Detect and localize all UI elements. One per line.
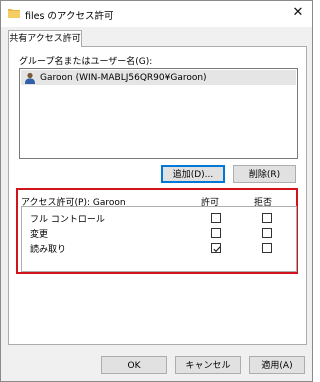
permission-row-read: 読み取り <box>22 241 296 256</box>
user-listbox[interactable]: Garoon (WIN-MABLJ56QR90¥Garoon) <box>19 68 298 159</box>
allow-checkbox-read[interactable] <box>211 243 221 253</box>
window-title: files のアクセス許可 <box>25 11 114 22</box>
apply-button[interactable]: 適用(A) <box>249 356 305 374</box>
permission-row-full-control: フル コントロール <box>22 211 296 226</box>
permission-label: フル コントロール <box>30 215 105 225</box>
deny-checkbox-full-control[interactable] <box>262 213 272 223</box>
allow-checkbox-full-control[interactable] <box>211 213 221 223</box>
deny-checkbox-change[interactable] <box>262 228 272 238</box>
permissions-list: フル コントロール 変更 読み取り <box>21 206 297 272</box>
close-icon: ✕ <box>292 4 304 20</box>
tab-share-permissions[interactable]: 共有アクセス許可 <box>8 30 82 47</box>
permission-label: 変更 <box>30 230 49 240</box>
permission-row-change: 変更 <box>22 226 296 241</box>
tab-panel: グループ名またはユーザー名(G): Garoon (WIN-MABLJ56QR9… <box>8 46 307 345</box>
close-button[interactable]: ✕ <box>284 1 312 23</box>
user-icon <box>25 72 35 84</box>
folder-icon <box>8 9 20 18</box>
ok-button[interactable]: OK <box>101 356 167 374</box>
list-item[interactable]: Garoon (WIN-MABLJ56QR90¥Garoon) <box>21 70 296 85</box>
allow-checkbox-change[interactable] <box>211 228 221 238</box>
add-button[interactable]: 追加(D)... <box>161 165 225 183</box>
cancel-button[interactable]: キャンセル <box>175 356 241 374</box>
checkmark-icon <box>213 246 221 253</box>
group-list-label: グループ名またはユーザー名(G): <box>19 57 153 67</box>
deny-checkbox-read[interactable] <box>262 243 272 253</box>
remove-button[interactable]: 削除(R) <box>233 165 296 183</box>
list-item-label: Garoon (WIN-MABLJ56QR90¥Garoon) <box>40 72 207 83</box>
permission-label: 読み取り <box>30 245 67 255</box>
permissions-dialog: files のアクセス許可 ✕ 共有アクセス許可 グループ名またはユーザー名(G… <box>0 0 313 382</box>
title-bar: files のアクセス許可 ✕ <box>1 1 312 27</box>
